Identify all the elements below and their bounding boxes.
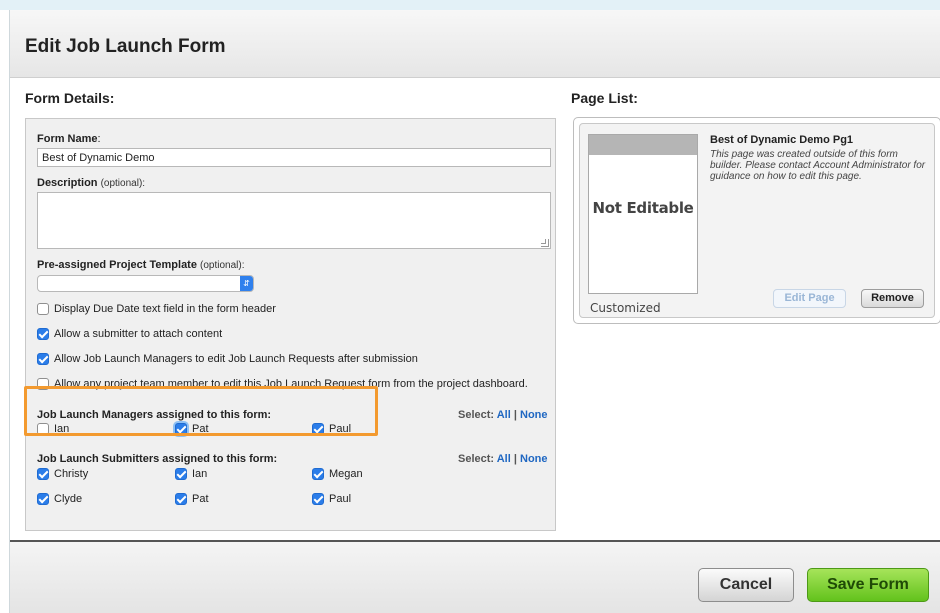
edit-form-dialog: Edit Job Launch Form Form Details: Form … xyxy=(9,10,940,613)
submitter-megan[interactable]: Megan xyxy=(312,468,363,480)
description-label: Description (optional): xyxy=(37,177,146,189)
top-strip xyxy=(0,0,940,10)
form-name-label: Form Name: xyxy=(37,133,101,145)
managers-select-all-link[interactable]: All xyxy=(497,409,511,421)
submitters-select-none-link[interactable]: None xyxy=(520,453,548,465)
form-details-panel: Form Name: Description (optional): Pre-a… xyxy=(25,118,556,531)
checkbox[interactable] xyxy=(312,468,324,480)
submitter-pat[interactable]: Pat xyxy=(175,493,209,505)
form-details-title: Form Details: xyxy=(25,90,115,106)
option-attach-content[interactable]: Allow a submitter to attach content xyxy=(37,328,222,340)
dialog-footer: Cancel Save Form xyxy=(10,542,940,613)
dialog-title: Edit Job Launch Form xyxy=(25,36,226,57)
submitters-select-links: Select: All | None xyxy=(458,453,548,465)
option-managers-edit[interactable]: Allow Job Launch Managers to edit Job La… xyxy=(37,353,418,365)
managers-select-links: Select: All | None xyxy=(458,409,548,421)
checkbox[interactable] xyxy=(37,468,49,480)
form-name-input[interactable] xyxy=(37,148,551,167)
submitter-christy[interactable]: Christy xyxy=(37,468,88,480)
cancel-button[interactable]: Cancel xyxy=(698,568,794,602)
page-tag: Customized xyxy=(590,301,661,315)
remove-page-button[interactable]: Remove xyxy=(861,289,924,308)
submitter-ian[interactable]: Ian xyxy=(175,468,207,480)
page-card: Not Editable Customized Best of Dynamic … xyxy=(573,117,940,324)
checkbox[interactable] xyxy=(37,328,49,340)
thumbnail-label: Not Editable xyxy=(592,199,694,217)
thumbnail-header-bar xyxy=(589,135,697,155)
edit-page-button[interactable]: Edit Page xyxy=(773,289,846,308)
page-description: This page was created outside of this fo… xyxy=(710,149,926,182)
submitter-paul[interactable]: Paul xyxy=(312,493,351,505)
save-form-button[interactable]: Save Form xyxy=(807,568,929,602)
submitters-title: Job Launch Submitters assigned to this f… xyxy=(37,453,278,465)
checkbox[interactable] xyxy=(37,493,49,505)
managers-highlight-box xyxy=(24,386,378,436)
select-arrows-icon: ⇵ xyxy=(240,276,253,291)
checkbox[interactable] xyxy=(175,493,187,505)
dialog-header: Edit Job Launch Form xyxy=(10,10,940,78)
page-card-inner: Not Editable Customized Best of Dynamic … xyxy=(579,123,935,318)
page-list-title: Page List: xyxy=(571,90,638,106)
page-name: Best of Dynamic Demo Pg1 xyxy=(710,134,854,146)
checkbox[interactable] xyxy=(37,353,49,365)
submitters-select-all-link[interactable]: All xyxy=(497,453,511,465)
checkbox[interactable] xyxy=(175,468,187,480)
page-thumbnail: Not Editable xyxy=(588,134,698,294)
checkbox[interactable] xyxy=(312,493,324,505)
template-select[interactable]: ⇵ xyxy=(37,275,254,292)
description-textarea[interactable] xyxy=(37,192,551,249)
checkbox[interactable] xyxy=(37,303,49,315)
resize-handle-icon[interactable] xyxy=(541,239,549,247)
submitter-clyde[interactable]: Clyde xyxy=(37,493,82,505)
managers-select-none-link[interactable]: None xyxy=(520,409,548,421)
template-label: Pre-assigned Project Template (optional)… xyxy=(37,259,245,271)
option-due-date[interactable]: Display Due Date text field in the form … xyxy=(37,303,276,315)
